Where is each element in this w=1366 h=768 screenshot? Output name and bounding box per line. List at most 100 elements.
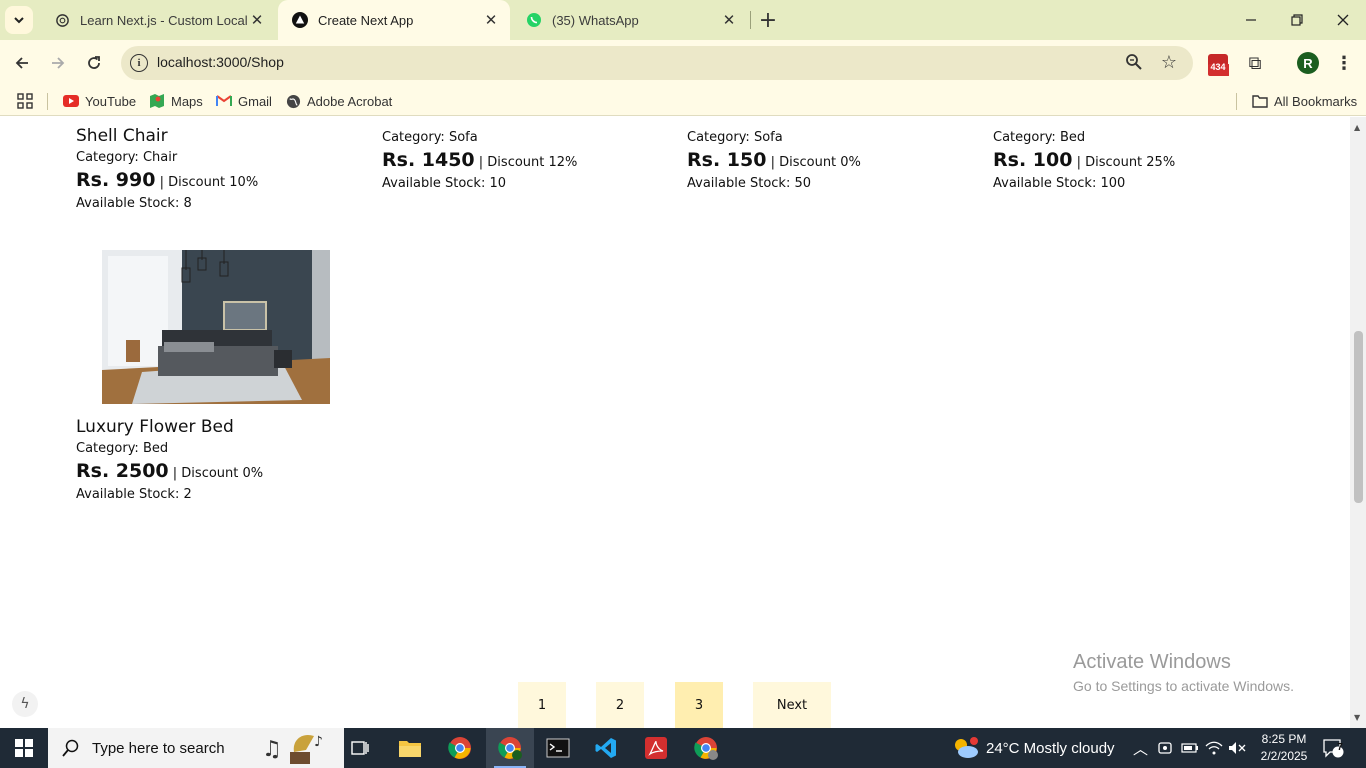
product-discount: | Discount 0%	[766, 155, 861, 170]
tab-strip: Learn Next.js - Custom Localho ✕ Create …	[0, 0, 1366, 40]
chrome-profile2-button[interactable]	[682, 728, 730, 768]
file-explorer-button[interactable]	[386, 728, 434, 768]
lightning-icon[interactable]: ϟ	[12, 691, 38, 717]
shop-page: Shell Chair Category: Chair Rs. 990 | Di…	[0, 117, 1350, 728]
apps-button[interactable]	[17, 92, 33, 110]
watermark-subtitle: Go to Settings to activate Windows.	[1073, 678, 1294, 694]
tab-learn-nextjs[interactable]: Learn Next.js - Custom Localho ✕	[40, 0, 276, 40]
product-card[interactable]: Luxury Flower Bed Category: Bed Rs. 2500…	[76, 417, 366, 502]
restore-button[interactable]	[1274, 0, 1320, 40]
product-card[interactable]: Category: Bed Rs. 100 | Discount 25% Ava…	[993, 130, 1283, 191]
product-price: Rs. 150	[687, 149, 767, 171]
reload-button[interactable]	[80, 49, 108, 77]
plus-icon: +	[758, 7, 778, 33]
url-text[interactable]: localhost:3000/Shop	[157, 54, 284, 70]
notification-center-button[interactable]: 7	[1322, 728, 1344, 768]
vscode-button[interactable]	[582, 728, 630, 768]
page-scrollbar[interactable]: ▲ ▼	[1350, 117, 1366, 728]
product-card[interactable]: Category: Sofa Rs. 150 | Discount 0% Ava…	[687, 130, 977, 191]
chrome-profile-button[interactable]	[486, 728, 534, 768]
tab-title: Learn Next.js - Custom Localho	[80, 12, 248, 28]
close-icon[interactable]: ✕	[482, 11, 500, 29]
svg-text:♫: ♫	[262, 737, 282, 762]
new-tab-button[interactable]: +	[756, 7, 780, 33]
bookmark-maps[interactable]: Maps	[149, 92, 203, 110]
bookmark-star-icon[interactable]: ☆	[1161, 52, 1177, 73]
meet-now-icon[interactable]	[1157, 728, 1173, 768]
back-button[interactable]	[8, 49, 36, 77]
profile-avatar[interactable]: R	[1297, 52, 1319, 74]
task-view-button[interactable]	[336, 728, 384, 768]
product-card[interactable]: Category: Sofa Rs. 1450 | Discount 12% A…	[382, 130, 672, 191]
bookmark-gmail[interactable]: Gmail	[216, 92, 272, 110]
start-button[interactable]	[0, 728, 48, 768]
windows-logo-icon	[15, 739, 33, 757]
product-category: Category: Bed	[76, 441, 169, 456]
taskbar-clock[interactable]: 8:25 PM 2/2/2025	[1254, 731, 1314, 765]
product-card[interactable]: Shell Chair Category: Chair Rs. 990 | Di…	[76, 126, 366, 211]
pagination-page-1[interactable]: 1	[518, 682, 566, 728]
battery-icon[interactable]	[1181, 728, 1199, 768]
taskbar-search-box[interactable]: Type here to search ♫ ♪	[48, 728, 344, 768]
zoom-icon[interactable]	[1125, 53, 1145, 73]
forward-button[interactable]	[44, 49, 72, 77]
all-bookmarks-button[interactable]: All Bookmarks	[1252, 92, 1357, 110]
volume-muted-icon[interactable]	[1228, 728, 1246, 768]
product-price: Rs. 1450	[382, 149, 475, 171]
tab-separator	[750, 11, 751, 29]
bookmarks-bar: YouTube Maps Gmail Adobe Acrobat All Boo…	[0, 86, 1366, 116]
close-window-button[interactable]	[1320, 0, 1366, 40]
pagination-page-3[interactable]: 3	[675, 682, 723, 728]
product-name: Shell Chair	[76, 126, 168, 146]
chevron-down-icon	[14, 17, 24, 24]
tab-create-next-app[interactable]: Create Next App ✕	[278, 0, 510, 40]
bookmark-adobe-acrobat[interactable]: Adobe Acrobat	[285, 92, 392, 110]
weather-widget[interactable]: 24°C Mostly cloudy	[952, 728, 1115, 768]
folder-icon	[399, 741, 421, 757]
tab-search-button[interactable]	[5, 6, 33, 34]
scroll-up-icon[interactable]: ▲	[1354, 123, 1360, 132]
clock-time: 8:25 PM	[1261, 732, 1307, 746]
pagination-page-2[interactable]: 2	[596, 682, 644, 728]
tab-whatsapp[interactable]: (35) WhatsApp ✕	[512, 0, 748, 40]
acrobat-icon	[645, 737, 667, 759]
minimize-button[interactable]	[1228, 0, 1274, 40]
product-category: Category: Sofa	[382, 130, 478, 145]
more-menu-button[interactable]: ⋮	[1334, 52, 1354, 74]
product-category: Category: Chair	[76, 150, 178, 165]
product-image-bedroom[interactable]	[102, 250, 330, 404]
globe-icon	[285, 93, 301, 109]
chrome-button[interactable]	[436, 728, 484, 768]
product-price: Rs. 990	[76, 169, 156, 191]
product-name: Luxury Flower Bed	[76, 417, 234, 437]
vscode-icon	[595, 738, 616, 758]
close-icon[interactable]: ✕	[720, 11, 738, 29]
close-icon[interactable]: ✕	[248, 11, 266, 29]
bookmark-youtube[interactable]: YouTube	[63, 92, 136, 110]
product-price: Rs. 100	[993, 149, 1073, 171]
more-vert-icon: ⋮	[1335, 52, 1353, 74]
product-category: Category: Sofa	[687, 130, 783, 145]
chrome-icon	[694, 737, 718, 760]
product-stock: Available Stock: 100	[993, 176, 1126, 191]
site-info-icon[interactable]: i	[130, 54, 148, 72]
product-name-cut	[76, 117, 81, 123]
scrollbar-thumb[interactable]	[1354, 331, 1363, 503]
notification-count: 7	[1337, 742, 1343, 753]
svg-text:♪: ♪	[314, 734, 323, 750]
product-category: Category: Bed	[993, 130, 1086, 145]
wifi-icon[interactable]	[1205, 728, 1223, 768]
bookmark-label: Gmail	[238, 93, 272, 109]
address-bar[interactable]: i localhost:3000/Shop ☆	[121, 46, 1193, 80]
search-icon	[62, 739, 79, 757]
extensions-button[interactable]: ⧉	[1244, 52, 1266, 74]
scroll-down-icon[interactable]: ▼	[1354, 713, 1360, 722]
pagination-next-button[interactable]: Next	[753, 682, 831, 728]
activate-windows-watermark: Activate Windows Go to Settings to activ…	[1073, 651, 1294, 694]
extension-badge-icon[interactable]: 434	[1207, 52, 1230, 76]
show-hidden-icons-button[interactable]: ︿	[1133, 728, 1148, 768]
product-price-row: Rs. 990 | Discount 10%	[76, 169, 366, 191]
chevron-up-icon: ︿	[1133, 740, 1149, 758]
acrobat-button[interactable]	[632, 728, 680, 768]
terminal-button[interactable]	[534, 728, 582, 768]
